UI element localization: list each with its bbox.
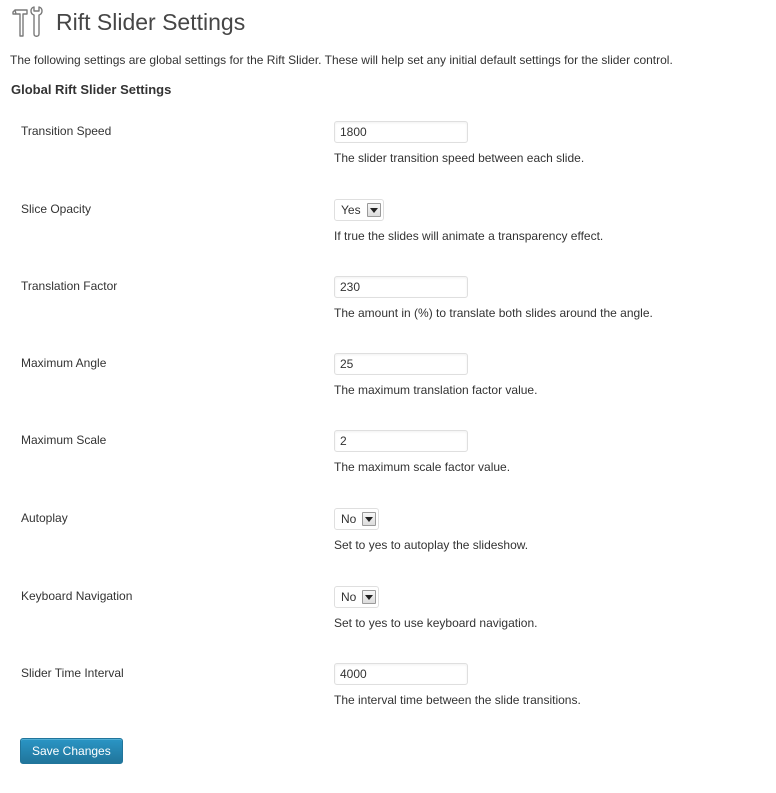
save-changes-button[interactable]: Save Changes	[20, 738, 123, 764]
setting-description: The amount in (%) to translate both slid…	[334, 306, 653, 320]
setting-label: Maximum Angle	[21, 356, 107, 370]
chevron-down-icon	[366, 203, 381, 217]
select-value: No	[341, 512, 357, 526]
setting-description: Set to yes to use keyboard navigation.	[334, 616, 538, 630]
maximum-angle-input[interactable]	[334, 353, 468, 375]
setting-label: Autoplay	[21, 511, 68, 525]
setting-description: The slider transition speed between each…	[334, 151, 585, 165]
tools-icon	[12, 6, 43, 37]
setting-label: Slice Opacity	[21, 202, 92, 216]
setting-label: Translation Factor	[21, 279, 118, 293]
setting-label: Keyboard Navigation	[21, 589, 133, 603]
setting-description: The maximum scale factor value.	[334, 460, 511, 474]
setting-description: The interval time between the slide tran…	[334, 693, 581, 707]
maximum-scale-input[interactable]	[334, 430, 468, 452]
settings-page: Rift Slider Settings The following setti…	[0, 0, 776, 793]
intro-text: The following settings are global settin…	[10, 53, 673, 67]
setting-description: If true the slides will animate a transp…	[334, 229, 604, 243]
chevron-down-icon	[362, 590, 377, 604]
page-header: Rift Slider Settings	[12, 5, 245, 39]
chevron-down-icon	[362, 512, 377, 526]
keyboard-navigation-select[interactable]: No	[334, 586, 380, 608]
page-title: Rift Slider Settings	[56, 9, 246, 35]
slider-time-interval-input[interactable]	[334, 663, 468, 685]
setting-label: Transition Speed	[21, 124, 112, 138]
setting-label: Maximum Scale	[21, 433, 107, 447]
transition-speed-input[interactable]	[334, 121, 468, 143]
slice-opacity-select[interactable]: Yes	[334, 199, 384, 221]
select-value: Yes	[341, 203, 361, 217]
section-title: Global Rift Slider Settings	[11, 82, 172, 97]
setting-description: Set to yes to autoplay the slideshow.	[334, 538, 529, 552]
setting-label: Slider Time Interval	[21, 666, 124, 680]
autoplay-select[interactable]: No	[334, 508, 380, 530]
setting-description: The maximum translation factor value.	[334, 383, 538, 397]
translation-factor-input[interactable]	[334, 276, 468, 298]
select-value: No	[341, 590, 357, 604]
